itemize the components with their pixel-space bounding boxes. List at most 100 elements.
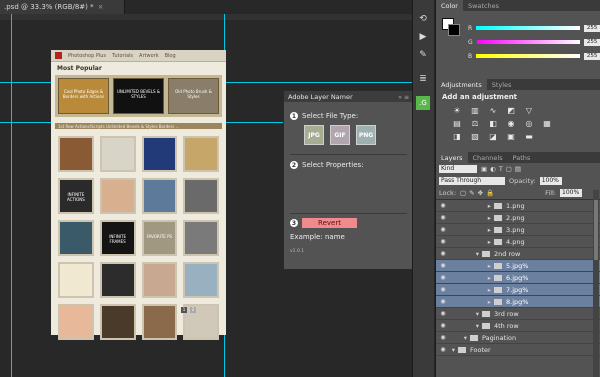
- tab-styles[interactable]: Styles: [487, 79, 517, 90]
- disclosure-arrow-icon[interactable]: ▾: [450, 334, 470, 342]
- channel-mixer-icon[interactable]: ◎: [522, 119, 536, 128]
- blend-mode-select[interactable]: Pass Through: [439, 177, 505, 185]
- disclosure-arrow-icon[interactable]: ▸: [450, 262, 494, 270]
- layer-row[interactable]: ◉ ▾ Pagination: [436, 332, 600, 344]
- layer-row[interactable]: ◉ ▸ 6.jpg%: [436, 272, 600, 284]
- opacity-input[interactable]: 100%: [539, 177, 562, 185]
- tab-layers[interactable]: Layers: [436, 152, 468, 163]
- revert-button[interactable]: Revert: [302, 218, 357, 228]
- layer-row[interactable]: ◉ ▾ Footer: [436, 344, 600, 356]
- invert-icon[interactable]: ◨: [450, 132, 464, 141]
- visibility-eye-icon[interactable]: ◉: [436, 274, 450, 281]
- visibility-eye-icon[interactable]: ◉: [436, 238, 450, 245]
- collapse-icon[interactable]: »: [398, 94, 402, 101]
- green-slider[interactable]: G 255: [436, 38, 600, 46]
- layers-stack-icon[interactable]: ≣: [416, 74, 430, 88]
- lock-icons[interactable]: ▢✎✥🔒: [460, 189, 497, 197]
- jpg-button[interactable]: JPG: [304, 125, 324, 145]
- layer-row[interactable]: ◉ ▾ 2nd row: [436, 248, 600, 260]
- disclosure-arrow-icon[interactable]: ▾: [450, 310, 482, 318]
- disclosure-arrow-icon[interactable]: ▾: [450, 322, 482, 330]
- visibility-eye-icon[interactable]: ◉: [436, 346, 450, 353]
- channel-value[interactable]: 255: [584, 52, 600, 60]
- disclosure-arrow-icon[interactable]: ▾: [450, 250, 482, 258]
- gradient-map-icon[interactable]: ▬: [522, 132, 536, 141]
- canvas-document[interactable]: Photoshop Plus Tutorials Artwork Blog Mo…: [51, 50, 226, 340]
- visibility-eye-icon[interactable]: ◉: [436, 298, 450, 305]
- gif-button[interactable]: GIF: [330, 125, 350, 145]
- visibility-eye-icon[interactable]: ◉: [436, 250, 450, 257]
- disclosure-arrow-icon[interactable]: ▸: [450, 226, 494, 234]
- layer-name: 2nd row: [494, 249, 521, 258]
- channel-value[interactable]: 255: [584, 24, 600, 32]
- curves-icon[interactable]: ∿: [486, 106, 500, 115]
- lock-label: Lock:: [439, 189, 457, 197]
- disclosure-arrow-icon[interactable]: ▸: [450, 214, 494, 222]
- layer-row[interactable]: ◉ ▸ 4.png: [436, 236, 600, 248]
- red-slider[interactable]: R 255: [436, 24, 600, 32]
- layer-list: ◉ ▸ 1.png ◉ ▸ 2.png ◉ ▸ 3.png ◉ ▸ 4.png ◉ ▾ 2nd row ◉ ▸ 5…: [436, 199, 600, 356]
- photo-filter-icon[interactable]: ◉: [504, 119, 518, 128]
- panel-title: Adobe Layer Namer: [288, 92, 353, 101]
- disclosure-arrow-icon[interactable]: ▾: [450, 346, 458, 354]
- layer-name: 2.png: [506, 213, 525, 222]
- exposure-icon[interactable]: ◩: [504, 106, 518, 115]
- slider-track[interactable]: [476, 54, 581, 58]
- brightness-icon[interactable]: ☀: [450, 106, 464, 115]
- disclosure-arrow-icon[interactable]: ▸: [450, 274, 494, 282]
- color-balance-icon[interactable]: ⚖: [468, 119, 482, 128]
- menu-icon[interactable]: ≡: [404, 94, 409, 101]
- visibility-eye-icon[interactable]: ◉: [436, 334, 450, 341]
- extension-icon[interactable]: .G: [416, 96, 430, 110]
- layer-name: Footer: [470, 345, 491, 354]
- tab-paths[interactable]: Paths: [508, 152, 536, 163]
- selective-color-icon[interactable]: ▣: [504, 132, 518, 141]
- layer-row[interactable]: ◉ ▾ 4th row: [436, 320, 600, 332]
- fill-input[interactable]: 100%: [560, 189, 582, 197]
- visibility-eye-icon[interactable]: ◉: [436, 202, 450, 209]
- layer-row[interactable]: ◉ ▸ 3.png: [436, 224, 600, 236]
- visibility-eye-icon[interactable]: ◉: [436, 286, 450, 293]
- vibrance-icon[interactable]: ▽: [522, 106, 536, 115]
- visibility-eye-icon[interactable]: ◉: [436, 262, 450, 269]
- threshold-icon[interactable]: ◪: [486, 132, 500, 141]
- brush-icon[interactable]: ✎: [416, 50, 430, 64]
- tab-color[interactable]: Color: [436, 0, 463, 11]
- disclosure-arrow-icon[interactable]: ▸: [450, 286, 494, 294]
- visibility-eye-icon[interactable]: ◉: [436, 214, 450, 221]
- visibility-eye-icon[interactable]: ◉: [436, 310, 450, 317]
- kind-filter[interactable]: Kind: [439, 165, 477, 173]
- png-button[interactable]: PNG: [356, 125, 376, 145]
- actions-icon[interactable]: ▶: [416, 32, 430, 46]
- layer-name: 4th row: [494, 321, 519, 330]
- disclosure-arrow-icon[interactable]: ▸: [450, 202, 494, 210]
- disclosure-arrow-icon[interactable]: ▸: [450, 238, 494, 246]
- hue-saturation-icon[interactable]: ▤: [450, 119, 464, 128]
- black-white-icon[interactable]: ◧: [486, 119, 500, 128]
- tab-adjustments[interactable]: Adjustments: [436, 79, 487, 90]
- visibility-eye-icon[interactable]: ◉: [436, 226, 450, 233]
- disclosure-arrow-icon[interactable]: ▸: [450, 298, 494, 306]
- slider-track[interactable]: [476, 26, 581, 30]
- layer-row[interactable]: ◉ ▸ 8.jpg%: [436, 296, 600, 308]
- color-lookup-icon[interactable]: ▦: [540, 119, 554, 128]
- layer-row[interactable]: ◉ ▸ 7.jpg%: [436, 284, 600, 296]
- history-icon[interactable]: ⟲: [416, 14, 430, 28]
- background-swatch[interactable]: [448, 24, 460, 36]
- folder-icon: [494, 286, 502, 293]
- visibility-eye-icon[interactable]: ◉: [436, 322, 450, 329]
- layer-row[interactable]: ◉ ▸ 1.png: [436, 200, 600, 212]
- layer-row[interactable]: ◉ ▸ 2.png: [436, 212, 600, 224]
- channel-value[interactable]: 255: [584, 38, 600, 46]
- scrollbar-thumb[interactable]: [594, 200, 598, 260]
- blue-slider[interactable]: B 255: [436, 52, 600, 60]
- close-icon[interactable]: ×: [98, 3, 104, 11]
- layer-row[interactable]: ◉ ▸ 5.jpg%: [436, 260, 600, 272]
- tab-channels[interactable]: Channels: [468, 152, 508, 163]
- tab-swatches[interactable]: Swatches: [463, 0, 504, 11]
- document-tab[interactable]: .psd @ 33.3% (RGB/8#) * ×: [0, 0, 125, 14]
- posterize-icon[interactable]: ▧: [468, 132, 482, 141]
- layer-row[interactable]: ◉ ▾ 3rd row: [436, 308, 600, 320]
- levels-icon[interactable]: ▥: [468, 106, 482, 115]
- slider-track[interactable]: [476, 40, 581, 44]
